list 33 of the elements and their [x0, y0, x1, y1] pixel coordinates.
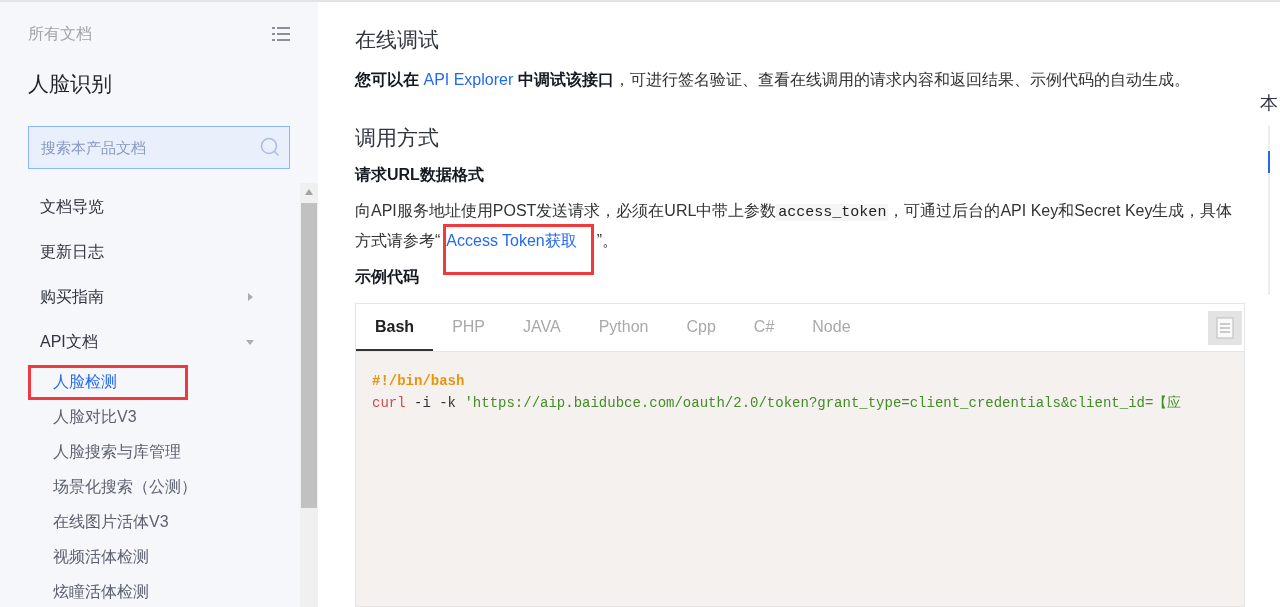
scrollbar-thumb[interactable]: [301, 202, 317, 508]
sidebar-subitem[interactable]: 人脸对比V3: [28, 399, 188, 435]
section-heading: 在线调试: [355, 27, 440, 53]
code-line: curl -i -k 'https://aip.baidubce.com/oauth/2.0/token?grant_type=client_credentials&client_id=【应: [372, 394, 1183, 413]
sidebar-subitem[interactable]: 在线图片活体V3: [28, 504, 188, 540]
paragraph: 您可以在 API Explorer 中调试该接口，可进行签名验证、查看在线调用的请求内容和返回结果、示例代码的自动生成。: [355, 65, 1245, 94]
subheading: 请求URL数据格式: [355, 165, 485, 185]
list-icon[interactable]: [272, 27, 290, 41]
language-tab[interactable]: Bash: [356, 304, 434, 351]
toc-title: 本: [1260, 92, 1278, 115]
section-heading: 调用方式: [355, 124, 440, 151]
sidebar-subitem[interactable]: 炫瞳活体检测: [28, 574, 188, 607]
sidebar-item[interactable]: API文档: [0, 319, 300, 365]
search-icon[interactable]: [260, 136, 280, 157]
link[interactable]: API Explorer: [423, 65, 514, 94]
scroll-up-icon[interactable]: [305, 188, 313, 195]
sidebar-item[interactable]: 更新日志: [0, 229, 300, 275]
search-field[interactable]: 搜索本产品文档: [28, 125, 290, 169]
inline-code: access_token: [776, 204, 889, 221]
product-title: 人脸识别: [27, 71, 113, 97]
scrollbar[interactable]: [300, 182, 318, 607]
sidebar-subitem[interactable]: 场景化搜索（公测）: [28, 469, 208, 505]
caret-down-icon: [246, 338, 254, 346]
subheading: 示例代码: [355, 267, 420, 287]
sidebar-subitem[interactable]: 人脸检测: [28, 364, 188, 400]
copy-button[interactable]: [1208, 310, 1242, 345]
copy-icon[interactable]: [1216, 316, 1234, 339]
sidebar-item[interactable]: 购买指南: [0, 274, 300, 320]
sidebar-subitem[interactable]: 人脸搜索与库管理: [28, 434, 192, 470]
caret-right-icon: [246, 293, 254, 301]
code-line: #!/bin/bash: [372, 372, 466, 391]
sidebar-subitem[interactable]: 视频活体检测: [28, 539, 188, 575]
sidebar-item[interactable]: 文档导览: [0, 184, 300, 230]
